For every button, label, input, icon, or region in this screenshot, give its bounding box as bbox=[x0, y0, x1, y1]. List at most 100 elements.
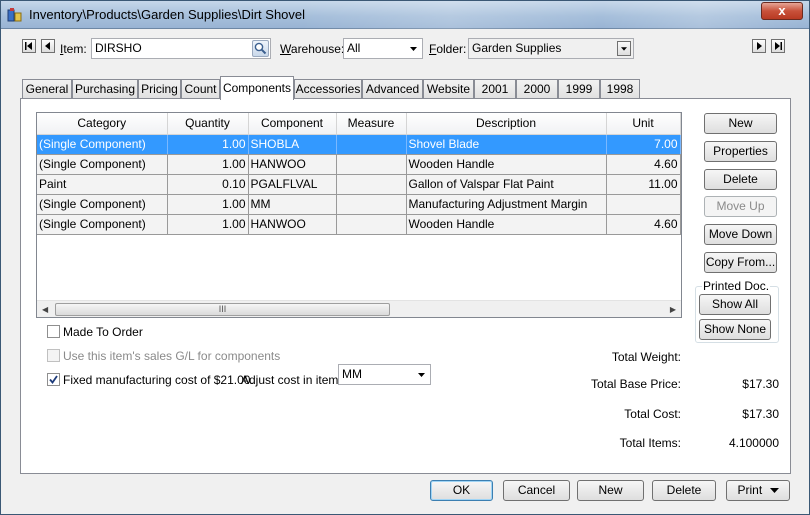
total-items-label: Total Items: bbox=[619, 436, 681, 450]
cell-category: Paint bbox=[37, 174, 168, 195]
cell-quantity: 0.10 bbox=[167, 174, 249, 195]
cell-description: Shovel Blade bbox=[406, 134, 607, 155]
printed-doc-caption: Printed Doc. bbox=[702, 279, 771, 293]
adjust-cost-item-value: MM bbox=[342, 367, 362, 381]
cell-component: HANWOO bbox=[248, 214, 337, 235]
scroll-left-arrow-icon[interactable]: ◀ bbox=[42, 305, 48, 314]
chevron-down-icon bbox=[617, 41, 631, 56]
button-label: Copy From... bbox=[705, 255, 776, 269]
column-header-unit[interactable]: Unit bbox=[606, 113, 681, 135]
ok-button[interactable]: OK bbox=[430, 480, 493, 501]
new-component-button[interactable]: New bbox=[704, 113, 777, 134]
tab-1998[interactable]: 1998 bbox=[600, 79, 640, 99]
search-icon bbox=[254, 42, 267, 55]
warehouse-value: All bbox=[347, 41, 361, 55]
button-label: New bbox=[728, 116, 753, 130]
first-record-button[interactable] bbox=[22, 39, 36, 53]
table-row[interactable]: Paint 0.10 PGALFLVAL Gallon of Valspar F… bbox=[37, 174, 681, 195]
tab-purchasing[interactable]: Purchasing bbox=[72, 79, 138, 99]
previous-record-icon bbox=[45, 42, 50, 50]
total-weight-label: Total Weight: bbox=[611, 350, 681, 364]
column-header-category[interactable]: Category bbox=[37, 113, 168, 135]
item-field[interactable]: DIRSHO bbox=[91, 38, 271, 59]
cell-component: SHOBLA bbox=[248, 134, 337, 155]
tab-components[interactable]: Components bbox=[220, 76, 294, 100]
inventory-window: Inventory\Products\Garden Supplies\Dirt … bbox=[0, 0, 810, 515]
cell-quantity: 1.00 bbox=[167, 134, 249, 155]
button-label: Properties bbox=[713, 144, 768, 158]
button-label: Move Down bbox=[708, 227, 773, 241]
chevron-down-icon bbox=[410, 47, 417, 51]
tab-website[interactable]: Website bbox=[423, 79, 474, 99]
scrollbar-grip: III bbox=[218, 304, 227, 314]
column-header-component[interactable]: Component bbox=[248, 113, 337, 135]
cell-quantity: 1.00 bbox=[167, 214, 249, 235]
inventory-app-icon bbox=[7, 8, 22, 22]
cell-category: (Single Component) bbox=[37, 214, 168, 235]
folder-select[interactable]: Garden Supplies bbox=[468, 38, 634, 59]
scroll-right-arrow-icon[interactable]: ▶ bbox=[670, 305, 676, 314]
button-label: OK bbox=[452, 483, 471, 497]
scrollbar-thumb[interactable]: III bbox=[55, 303, 390, 316]
delete-record-button[interactable]: Delete bbox=[652, 480, 716, 501]
use-sales-gl-checkbox[interactable] bbox=[47, 349, 60, 362]
column-header-measure[interactable]: Measure bbox=[336, 113, 407, 135]
cell-category: (Single Component) bbox=[37, 134, 168, 155]
tab-advanced[interactable]: Advanced bbox=[362, 79, 423, 99]
fixed-cost-checkbox[interactable] bbox=[47, 373, 60, 386]
tab-label: General bbox=[25, 82, 69, 96]
table-row[interactable]: (Single Component) 1.00 HANWOO Wooden Ha… bbox=[37, 214, 681, 235]
table-row[interactable]: (Single Component) 1.00 MM Manufacturing… bbox=[37, 194, 681, 215]
show-all-button[interactable]: Show All bbox=[699, 294, 771, 315]
tab-1999[interactable]: 1999 bbox=[558, 79, 600, 99]
tab-accessories[interactable]: Accessories bbox=[294, 79, 362, 99]
warehouse-label: Warehouse: bbox=[280, 42, 345, 56]
item-lookup-button[interactable] bbox=[252, 40, 269, 57]
button-label: Delete bbox=[666, 483, 702, 497]
show-none-button[interactable]: Show None bbox=[699, 319, 771, 340]
table-row[interactable]: (Single Component) 1.00 SHOBLA Shovel Bl… bbox=[37, 134, 681, 155]
horizontal-scrollbar[interactable]: ◀ III ▶ bbox=[37, 300, 681, 317]
button-label: Delete bbox=[723, 172, 758, 186]
tab-label: 2000 bbox=[523, 82, 551, 96]
total-base-price-label: Total Base Price: bbox=[590, 377, 681, 391]
tab-2000[interactable]: 2000 bbox=[516, 79, 558, 99]
properties-button[interactable]: Properties bbox=[704, 141, 777, 162]
cell-quantity: 1.00 bbox=[167, 194, 249, 215]
tab-pricing[interactable]: Pricing bbox=[138, 79, 181, 99]
cell-description: Gallon of Valspar Flat Paint bbox=[406, 174, 607, 195]
tab-2001[interactable]: 2001 bbox=[474, 79, 516, 99]
item-label: Item: bbox=[60, 42, 87, 56]
cell-unit: 11.00 bbox=[606, 174, 681, 195]
print-button[interactable]: Print bbox=[726, 480, 790, 501]
copy-from-button[interactable]: Copy From... bbox=[704, 252, 777, 273]
delete-component-button[interactable]: Delete bbox=[704, 169, 777, 190]
cell-quantity: 1.00 bbox=[167, 154, 249, 175]
total-cost-value: $17.30 bbox=[742, 407, 779, 421]
cancel-button[interactable]: Cancel bbox=[503, 480, 570, 501]
made-to-order-checkbox[interactable] bbox=[47, 325, 60, 338]
tab-general[interactable]: General bbox=[22, 79, 72, 99]
close-button[interactable]: x bbox=[761, 2, 803, 20]
cell-component: PGALFLVAL bbox=[248, 174, 337, 195]
last-record-button[interactable] bbox=[771, 39, 785, 53]
previous-record-button[interactable] bbox=[41, 39, 55, 53]
table-row[interactable]: (Single Component) 1.00 HANWOO Wooden Ha… bbox=[37, 154, 681, 175]
move-down-button[interactable]: Move Down bbox=[704, 224, 777, 245]
move-up-button[interactable]: Move Up bbox=[704, 196, 777, 217]
column-header-description[interactable]: Description bbox=[406, 113, 607, 135]
tab-label: Count bbox=[184, 82, 217, 96]
grid-header-row: Category Quantity Component Measure Desc… bbox=[37, 113, 681, 135]
column-header-quantity[interactable]: Quantity bbox=[167, 113, 249, 135]
tab-label: Purchasing bbox=[74, 82, 136, 96]
next-record-button[interactable] bbox=[752, 39, 766, 53]
item-value: DIRSHO bbox=[95, 41, 142, 55]
new-record-button[interactable]: New bbox=[577, 480, 644, 501]
warehouse-select[interactable]: All bbox=[343, 38, 423, 59]
tab-count[interactable]: Count bbox=[181, 79, 220, 99]
tab-label: 2001 bbox=[481, 82, 509, 96]
adjust-cost-item-select[interactable]: MM bbox=[338, 364, 431, 385]
components-grid[interactable]: Category Quantity Component Measure Desc… bbox=[36, 112, 682, 318]
tab-label: 1998 bbox=[606, 82, 634, 96]
title-bar[interactable]: Inventory\Products\Garden Supplies\Dirt … bbox=[1, 1, 809, 29]
